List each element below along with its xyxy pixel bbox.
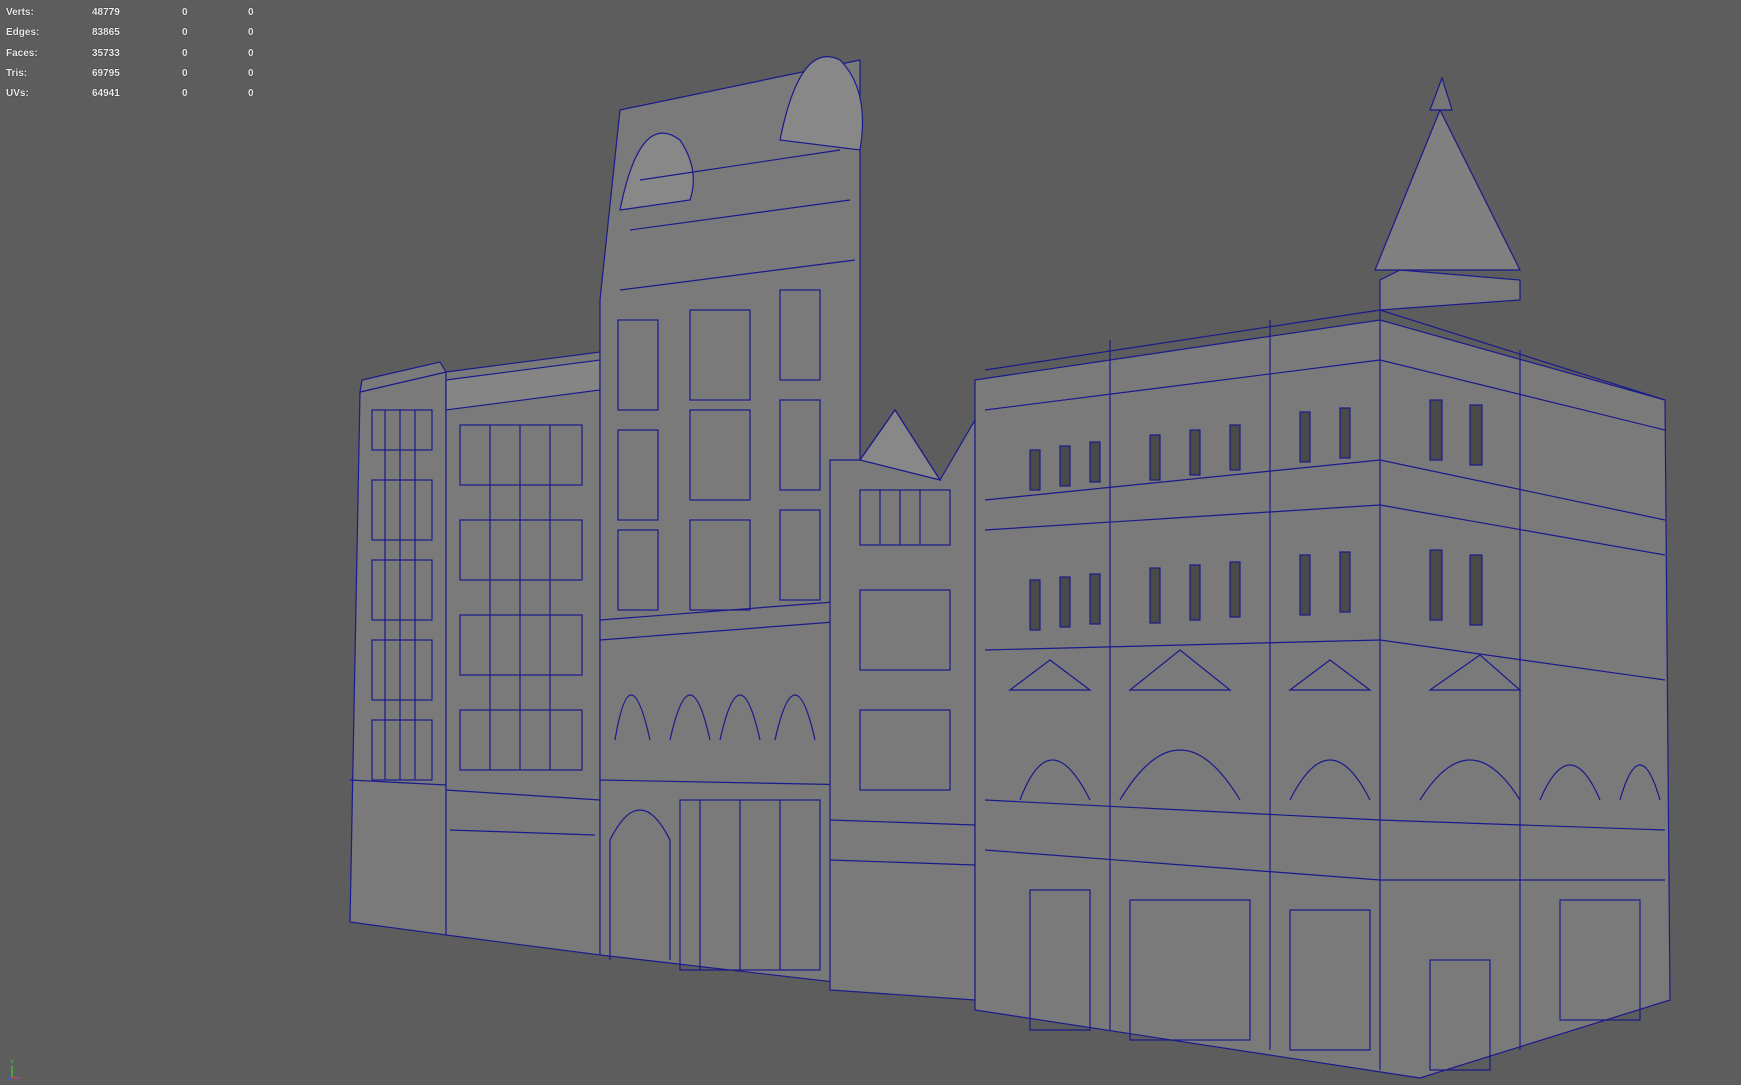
hud-total: 64941 xyxy=(92,88,120,100)
hud-label: Edges: xyxy=(6,27,40,39)
viewport-3d[interactable]: Verts: 48779 0 0 Edges: 83865 0 0 Faces:… xyxy=(0,0,1741,1080)
hud-total: 69795 xyxy=(92,67,120,79)
hud-component: 0 xyxy=(248,67,254,79)
hud-selected: 0 xyxy=(182,7,188,18)
hud-total: 83865 xyxy=(92,27,120,39)
building-corner-baroque xyxy=(974,76,1671,1079)
hud-total: 35733 xyxy=(92,47,120,59)
axis-y-label: Y xyxy=(10,1060,14,1066)
building-left-narrow xyxy=(349,361,447,936)
hud-component: 0 xyxy=(248,27,254,39)
building-wireframe-model[interactable] xyxy=(0,0,1741,1080)
hud-label: Faces: xyxy=(6,47,38,59)
hud-selected: 0 xyxy=(182,47,188,59)
hud-selected: 0 xyxy=(182,27,188,39)
hud-label: UVs: xyxy=(6,88,29,100)
hud-component: 0 xyxy=(248,47,254,59)
hud-component: 0 xyxy=(248,7,254,18)
hud-component: 0 xyxy=(248,88,254,100)
view-axis-icon: Y Z xyxy=(7,1060,20,1080)
building-small-gabled xyxy=(829,408,976,1001)
hud-selected: 0 xyxy=(182,67,188,79)
hud-label: Tris: xyxy=(6,67,28,79)
hud-selected: 0 xyxy=(182,88,188,100)
hud-label: Verts: xyxy=(6,7,34,18)
hud-total: 48779 xyxy=(92,7,120,18)
building-modern-block xyxy=(445,351,601,956)
axis-z-label: Z xyxy=(15,1076,18,1080)
building-gothic-tower xyxy=(599,56,864,986)
